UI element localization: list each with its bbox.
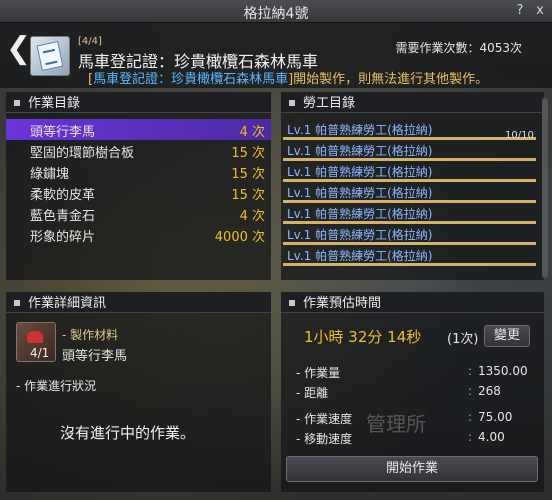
worker-name: Lv.1 帕普熟練勞工(格拉納) [287, 123, 433, 137]
work-item-count: 15 次 [231, 188, 265, 203]
work-list-item[interactable]: 頭等行李馬 4 次 [6, 119, 271, 140]
worker-list-header: 勞工目錄 [281, 92, 544, 113]
estimate-value: 268 [478, 384, 501, 398]
material-count: 4/1 [30, 346, 50, 360]
worker-list-item[interactable]: Lv.1 帕普熟練勞工(格拉納) [283, 140, 536, 161]
start-work-button[interactable]: 開始作業 [286, 456, 538, 482]
product-progress: [4/4] [78, 36, 102, 47]
worker-list-item[interactable]: Lv.1 帕普熟練勞工(格拉納) [283, 119, 536, 140]
work-list-item[interactable]: 綠鏽塊 15 次 [6, 161, 271, 182]
work-item-count: 15 次 [231, 146, 265, 161]
estimate-value: 75.00 [478, 410, 513, 424]
work-list-header: 作業目錄 [6, 92, 271, 113]
work-item-count: 4 次 [239, 209, 265, 224]
material-name: 頭等行李馬 [62, 349, 128, 364]
required-count: 需要作業次數：4053次 [395, 41, 522, 55]
status-label: - 作業進行狀況 [16, 379, 97, 393]
detail-header: 作業詳細資訊 [6, 292, 271, 313]
watermark: 管理所 [366, 412, 426, 436]
estimate-label: - 移動速度 [296, 432, 353, 446]
work-item-name: 藍色青金石 [30, 209, 96, 224]
change-button[interactable]: 變更 [484, 325, 530, 347]
worker-list-item[interactable]: Lv.1 帕普熟練勞工(格拉納) [283, 245, 536, 266]
work-item-name: 綠鏽塊 [30, 167, 70, 182]
work-item-name: 頭等行李馬 [30, 125, 96, 140]
material-label: - 製作材料 [62, 328, 119, 342]
estimate-label: - 距離 [296, 386, 329, 400]
estimate-value: 4.00 [478, 430, 505, 444]
work-item-count: 4000 次 [214, 230, 265, 245]
worker-list-item[interactable]: Lv.1 帕普熟練勞工(格拉納) [283, 203, 536, 224]
work-list-item[interactable]: 藍色青金石 4 次 [6, 203, 271, 224]
estimate-value: 1350.00 [478, 364, 528, 378]
estimate-label: - 作業量 [296, 366, 341, 380]
production-warning: [馬車登記證：珍貴橄欖石森林馬車]開始製作，則無法進行其他製作。 [88, 72, 489, 87]
estimated-time: 1小時 32分 14秒 [304, 328, 422, 346]
worker-list-item[interactable]: Lv.1 帕普熟練勞工(格拉納) [283, 161, 536, 182]
estimate-label: - 作業速度 [296, 412, 353, 426]
work-item-count: 4 次 [239, 125, 265, 140]
work-item-count: 15 次 [231, 167, 265, 182]
estimate-header: 作業預估時間 [281, 292, 544, 313]
worker-name: Lv.1 帕普熟練勞工(格拉納) [287, 165, 433, 179]
work-item-name: 堅固的環節樹合板 [30, 146, 135, 161]
worker-list-item[interactable]: Lv.1 帕普熟練勞工(格拉納) [283, 224, 536, 245]
estimate-row: - 作業量:1350.00 [296, 364, 528, 380]
worker-name: Lv.1 帕普熟練勞工(格拉納) [287, 144, 433, 158]
worker-list-scrollbar[interactable] [542, 98, 548, 278]
work-list-item[interactable]: 堅固的環節樹合板 15 次 [6, 140, 271, 161]
work-item-name: 形象的碎片 [30, 230, 96, 245]
workshop-window: 格拉納4號 ? x ❮ [4/4] 馬車登記證：珍貴橄欖石森林馬車 [馬車登記證… [0, 0, 552, 500]
worker-stamina-bar [283, 263, 536, 266]
work-item-name: 柔軟的皮革 [30, 188, 96, 203]
certificate-item-icon [30, 36, 70, 76]
worker-counter: 10/10 [505, 130, 534, 141]
window-title: 格拉納4號 [243, 6, 309, 22]
repeat-times: (1次) [447, 332, 479, 347]
worker-list-item[interactable]: Lv.1 帕普熟練勞工(格拉納) [283, 182, 536, 203]
back-arrow-icon[interactable]: ❮ [6, 34, 31, 64]
title-bar[interactable]: 格拉納4號 ? x [0, 0, 552, 23]
worker-name: Lv.1 帕普熟練勞工(格拉納) [287, 228, 433, 242]
worker-name: Lv.1 帕普熟練勞工(格拉納) [287, 207, 433, 221]
close-icon[interactable]: x [532, 3, 548, 18]
work-list-item[interactable]: 形象的碎片 4000 次 [6, 224, 271, 245]
estimate-row: - 距離:268 [296, 384, 501, 400]
worker-name: Lv.1 帕普熟練勞工(格拉納) [287, 186, 433, 200]
status-text: 沒有進行中的作業。 [60, 424, 196, 442]
work-list-item[interactable]: 柔軟的皮革 15 次 [6, 182, 271, 203]
help-icon[interactable]: ? [512, 3, 528, 18]
worker-name: Lv.1 帕普熟練勞工(格拉納) [287, 249, 433, 263]
